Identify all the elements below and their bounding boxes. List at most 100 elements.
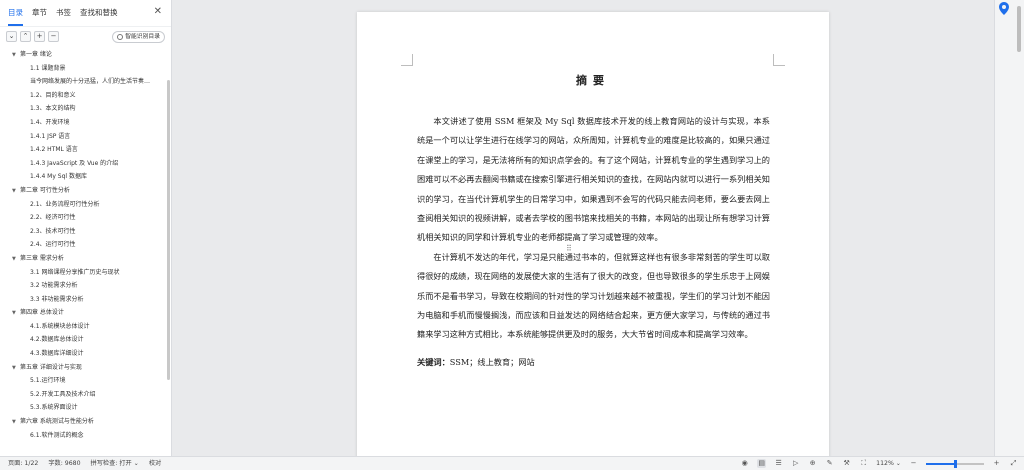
remove-heading-button[interactable]: − — [48, 31, 59, 42]
toc-section-item[interactable]: 4.3.数据库详细设计 — [0, 347, 166, 361]
toc-item-label: 第三章 需求分析 — [20, 254, 64, 262]
proofread-button[interactable]: 校对 — [149, 457, 161, 470]
smart-toc-button[interactable]: 智能识别目录 — [112, 30, 165, 43]
close-icon[interactable]: ✕ — [154, 6, 162, 17]
toc-list: ▼ 第一章 绪论 1.1 课题背景 当今网络发展的十分迅猛，人们的生活节奏… 1.2、目… — [0, 48, 166, 454]
toc-item-label: 5.3.系统界面设计 — [30, 404, 78, 412]
toc-chapter-item[interactable]: ▼ 第四章 总体设计 — [0, 306, 166, 320]
toc-item-label: 3.2 功能需求分析 — [30, 282, 78, 290]
toc-item-label: 1.4.1 JSP 语言 — [30, 132, 71, 140]
document-page[interactable]: 摘要 本文讲述了使用 SSM 框架及 My Sql 数据库技术开发的线上教育网站… — [357, 12, 829, 456]
toc-section-item[interactable]: 4.1.系统模块总体设计 — [0, 320, 166, 334]
tab-bookmarks[interactable]: 书签 — [56, 0, 71, 26]
toc-section-item[interactable]: 2.3、技术可行性 — [0, 225, 166, 239]
location-pin-icon[interactable] — [998, 2, 1010, 16]
caret-down-icon[interactable]: ▼ — [12, 307, 20, 320]
play-icon[interactable]: ▷ — [791, 459, 800, 468]
toc-item-label: 6.1.软件测试的概念 — [30, 431, 84, 439]
zoom-level[interactable]: 112% ⌄ — [876, 457, 901, 470]
fullscreen-icon[interactable]: ⤢ — [1009, 459, 1018, 468]
toc-item-label: 3.1 网络课程分享推广历史与现状 — [30, 268, 120, 276]
keywords-line[interactable]: 关键词：SSM；线上教育；网站 — [417, 353, 770, 372]
nav-tabs: 目录 章节 书签 查找和替换 — [0, 0, 171, 26]
toc-item-label: 1.4.2 HTML 语言 — [30, 146, 78, 154]
tab-chapters[interactable]: 章节 — [32, 0, 47, 26]
toc-item-label: 第一章 绪论 — [20, 51, 52, 58]
tools-icon[interactable]: ⚒ — [842, 459, 851, 468]
toc-item-label: 5.1.运行环境 — [30, 377, 66, 385]
page-view-icon[interactable]: ▤ — [757, 459, 767, 468]
toc-section-item[interactable]: 5.2.开发工具及技术介绍 — [0, 388, 166, 402]
toc-section-item[interactable]: 2.4、运行可行性 — [0, 238, 166, 252]
toc-item-label: 4.2.数据库总体设计 — [30, 336, 84, 344]
zoom-slider[interactable] — [926, 459, 984, 468]
toc-section-item[interactable]: 4.2.数据库总体设计 — [0, 333, 166, 347]
zoom-in-icon[interactable]: + — [992, 459, 1001, 468]
spell-check-toggle[interactable]: 拼写检查: 打开 ⌄ — [91, 457, 139, 470]
toc-chapter-item[interactable]: ▼ 第三章 需求分析 — [0, 252, 166, 266]
smart-icon — [117, 33, 124, 40]
margin-marker-top-right — [773, 54, 785, 66]
toc-section-item[interactable]: 1.2、目的和意义 — [0, 89, 166, 103]
toc-section-item[interactable]: 1.3、本文的结构 — [0, 102, 166, 116]
toc-section-item[interactable]: 3.1 网络课程分享推广历史与现状 — [0, 266, 166, 280]
toc-section-item[interactable]: 1.4.1 JSP 语言 — [0, 130, 166, 144]
toc-chapter-item[interactable]: ▼ 第六章 系统测试与性能分析 — [0, 415, 166, 429]
word-count[interactable]: 字数: 9680 — [48, 457, 80, 470]
caret-down-icon[interactable]: ▼ — [12, 49, 20, 62]
outline-view-icon[interactable]: ☰ — [774, 459, 783, 468]
toc-item-label: 1.1 课题背景 — [30, 64, 66, 72]
toc-item-label: 1.3、本文的结构 — [30, 105, 76, 113]
toc-scrollbar[interactable] — [167, 80, 170, 380]
document-scrollbar[interactable] — [1017, 6, 1021, 52]
page-count[interactable]: 页面: 1/22 — [8, 457, 38, 470]
toc-section-item[interactable]: 5.1.运行环境 — [0, 374, 166, 388]
toc-chapter-item[interactable]: ▼ 第二章 可行性分析 — [0, 184, 166, 198]
drag-handle-icon[interactable]: ⠿ — [566, 244, 572, 253]
caret-down-icon[interactable]: ▼ — [12, 416, 20, 429]
toc-item-label: 第二章 可行性分析 — [20, 186, 70, 194]
tab-find-replace[interactable]: 查找和替换 — [80, 0, 118, 26]
toc-chapter-item[interactable]: ▼ 第一章 绪论 — [0, 48, 166, 62]
toc-item-label: 1.4、开发环境 — [30, 118, 70, 126]
zoom-out-icon[interactable]: − — [909, 459, 918, 468]
eye-protect-icon[interactable]: ◉ — [740, 459, 749, 468]
navigation-pane: 目录 章节 书签 查找和替换 ✕ ⌄ ⌃ + − 智能识别目录 ▼ 第一章 绪论 1… — [0, 0, 172, 456]
tab-toc[interactable]: 目录 — [8, 0, 23, 26]
toc-section-item[interactable]: 5.3.系统界面设计 — [0, 401, 166, 415]
toc-item-label: 第五章 详细设计与实现 — [20, 363, 82, 371]
toc-section-item[interactable]: 3.2 功能需求分析 — [0, 279, 166, 293]
caret-down-icon[interactable]: ▼ — [12, 253, 20, 266]
abstract-paragraph-2[interactable]: 在计算机不发达的年代，学习是只能通过书本的，但就算这样也有很多非常刻苦的学生可以… — [417, 248, 770, 345]
zoom-slider-thumb[interactable] — [954, 459, 957, 468]
abstract-paragraph-1[interactable]: 本文讲述了使用 SSM 框架及 My Sql 数据库技术开发的线上教育网站的设计… — [417, 112, 770, 248]
fit-page-icon[interactable]: ⛶ — [859, 459, 868, 468]
toc-section-item[interactable]: 2.1、业务流程可行性分析 — [0, 198, 166, 212]
toc-chapter-item[interactable]: ▼ 第五章 详细设计与实现 — [0, 361, 166, 375]
caret-down-icon[interactable]: ▼ — [12, 185, 20, 198]
toc-section-item[interactable]: 当今网络发展的十分迅猛，人们的生活节奏… — [0, 75, 166, 89]
toc-section-item[interactable]: 6.1.软件测试的概念 — [0, 429, 166, 443]
page-title: 摘要 — [576, 74, 610, 87]
toc-item-label: 第四章 总体设计 — [20, 309, 64, 317]
toc-item-label: 1.4.4 My Sql 数据库 — [30, 173, 88, 181]
document-area: 摘要 本文讲述了使用 SSM 框架及 My Sql 数据库技术开发的线上教育网站… — [173, 0, 994, 456]
status-bar: 页面: 1/22 字数: 9680 拼写检查: 打开 ⌄ 校对 ◉ ▤ ☰ ▷ … — [0, 456, 1024, 470]
toc-item-label: 4.1.系统模块总体设计 — [30, 322, 90, 330]
toc-section-item[interactable]: 1.4、开发环境 — [0, 116, 166, 130]
toc-section-item[interactable]: 1.4.3 JavaScript 及 Vue 的介绍 — [0, 157, 166, 171]
web-view-icon[interactable]: ⊕ — [808, 459, 817, 468]
move-up-button[interactable]: ⌃ — [20, 31, 31, 42]
toc-section-item[interactable]: 3.3 非功能需求分析 — [0, 293, 166, 307]
toc-item-label: 2.3、技术可行性 — [30, 227, 76, 235]
collapse-button[interactable]: ⌄ — [6, 31, 17, 42]
add-heading-button[interactable]: + — [34, 31, 45, 42]
caret-down-icon[interactable]: ▼ — [12, 362, 20, 375]
document-body[interactable]: 本文讲述了使用 SSM 框架及 My Sql 数据库技术开发的线上教育网站的设计… — [417, 112, 770, 372]
toc-section-item[interactable]: 1.1 课题背景 — [0, 62, 166, 76]
keywords-value: SSM；线上教育；网站 — [449, 356, 535, 367]
toc-section-item[interactable]: 2.2、经济可行性 — [0, 211, 166, 225]
toc-section-item[interactable]: 1.4.4 My Sql 数据库 — [0, 170, 166, 184]
pen-icon[interactable]: ✎ — [825, 459, 834, 468]
toc-section-item[interactable]: 1.4.2 HTML 语言 — [0, 143, 166, 157]
